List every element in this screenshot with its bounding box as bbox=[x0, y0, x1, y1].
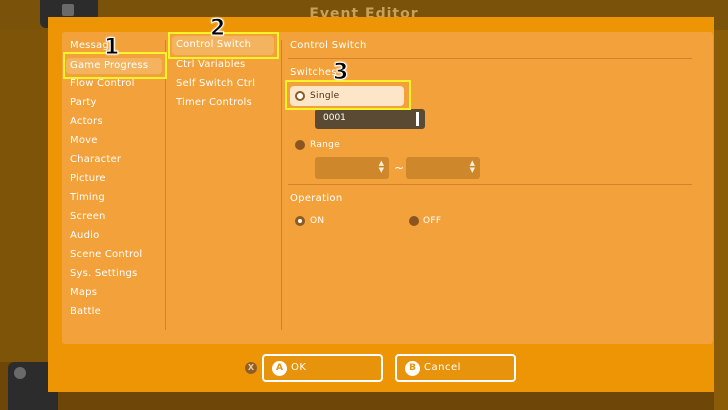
background-strip bbox=[714, 30, 728, 410]
divider bbox=[288, 184, 692, 185]
range-separator: ~ bbox=[394, 161, 405, 175]
command-item-self-switch-ctrl[interactable]: Self Switch Ctrl bbox=[176, 78, 255, 90]
spin-arrows-icon: ▲ ▼ bbox=[469, 159, 475, 174]
command-item-ctrl-variables[interactable]: Ctrl Variables bbox=[176, 59, 245, 71]
divider bbox=[288, 58, 692, 59]
a-button-icon: A bbox=[272, 361, 287, 376]
column-divider bbox=[165, 40, 166, 330]
switches-label: Switches bbox=[290, 67, 337, 78]
single-radio[interactable] bbox=[295, 91, 305, 101]
input-caret bbox=[416, 112, 419, 126]
single-switch-input[interactable]: 0001 bbox=[315, 109, 425, 129]
range-to-select[interactable]: ▲ ▼ bbox=[406, 157, 480, 179]
off-label: OFF bbox=[423, 216, 442, 226]
ok-button[interactable]: A OK bbox=[262, 354, 383, 382]
category-item-sys-settings[interactable]: Sys. Settings bbox=[70, 268, 137, 280]
column-divider bbox=[281, 40, 282, 330]
annotation-number-1: 1 bbox=[103, 35, 120, 60]
on-radio[interactable] bbox=[295, 216, 305, 226]
single-label: Single bbox=[310, 91, 340, 101]
range-from-select[interactable]: ▲ ▼ bbox=[315, 157, 389, 179]
cancel-label: Cancel bbox=[424, 362, 461, 373]
range-label: Range bbox=[310, 140, 341, 150]
on-label: ON bbox=[310, 216, 325, 226]
category-item-character[interactable]: Character bbox=[70, 154, 121, 166]
x-button-hint-icon: X bbox=[245, 362, 257, 374]
category-item-move[interactable]: Move bbox=[70, 135, 98, 147]
category-item-picture[interactable]: Picture bbox=[70, 173, 106, 185]
category-item-battle[interactable]: Battle bbox=[70, 306, 101, 318]
operation-label: Operation bbox=[290, 193, 343, 204]
category-item-screen[interactable]: Screen bbox=[70, 211, 106, 223]
ok-label: OK bbox=[291, 362, 307, 373]
spin-arrows-icon: ▲ ▼ bbox=[378, 159, 384, 174]
category-item-flow-control[interactable]: Flow Control bbox=[70, 78, 135, 90]
menu-icon bbox=[62, 4, 74, 16]
annotation-number-3: 3 bbox=[332, 60, 349, 85]
category-item-party[interactable]: Party bbox=[70, 97, 97, 109]
annotation-number-2: 2 bbox=[209, 16, 226, 41]
minus-icon bbox=[14, 367, 26, 379]
range-radio[interactable] bbox=[295, 140, 305, 150]
background-strip bbox=[0, 30, 48, 362]
category-item-maps[interactable]: Maps bbox=[70, 287, 97, 299]
single-option[interactable] bbox=[290, 86, 404, 106]
category-item-scene-control[interactable]: Scene Control bbox=[70, 249, 142, 261]
off-radio[interactable] bbox=[409, 216, 419, 226]
dialog-panel bbox=[62, 32, 713, 344]
command-item-timer-controls[interactable]: Timer Controls bbox=[176, 97, 252, 109]
detail-title: Control Switch bbox=[290, 40, 367, 51]
cancel-button[interactable]: B Cancel bbox=[395, 354, 516, 382]
category-item-audio[interactable]: Audio bbox=[70, 230, 99, 242]
category-item-actors[interactable]: Actors bbox=[70, 116, 103, 128]
single-switch-value: 0001 bbox=[323, 113, 346, 123]
category-item-timing[interactable]: Timing bbox=[70, 192, 105, 204]
category-item-game-progress[interactable]: Game Progress bbox=[66, 58, 162, 74]
b-button-icon: B bbox=[405, 361, 420, 376]
